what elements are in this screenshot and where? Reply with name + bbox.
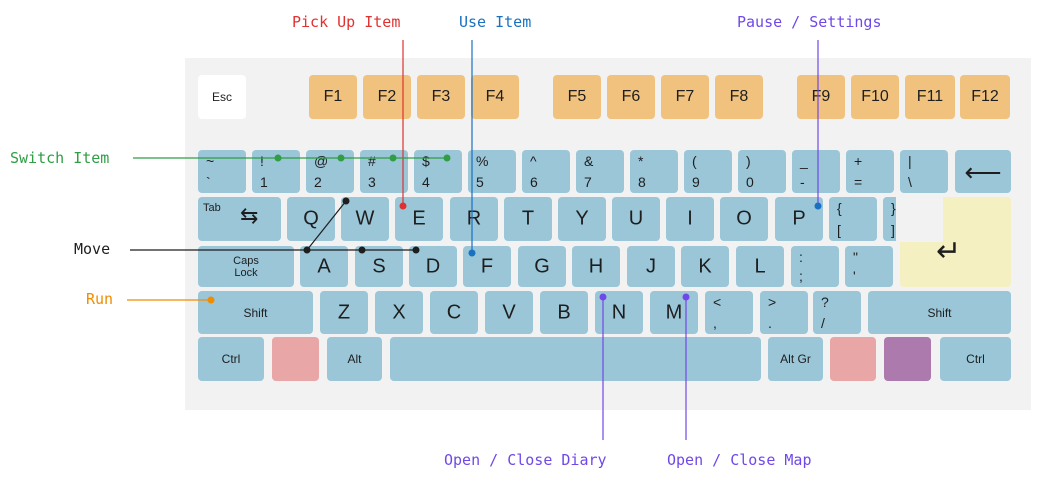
switch-dot-1 — [274, 154, 282, 162]
label-map: Open / Close Map — [667, 451, 812, 469]
pickup-dot — [399, 202, 407, 210]
move-dot-a — [303, 246, 311, 254]
diary-dot — [599, 293, 607, 301]
move-dot-d — [412, 246, 420, 254]
move-diagonal — [306, 200, 347, 251]
move-dot-s — [358, 246, 366, 254]
label-pause: Pause / Settings — [737, 13, 882, 31]
switch-dot-3 — [389, 154, 397, 162]
label-use: Use Item — [459, 13, 532, 31]
label-switch: Switch Item — [10, 149, 110, 167]
move-dot-w — [342, 197, 350, 205]
pause-dot — [814, 202, 822, 210]
map-dot — [682, 293, 690, 301]
label-diary: Open / Close Diary — [444, 451, 607, 469]
switch-dot-2 — [337, 154, 345, 162]
annotation-lines — [127, 40, 822, 440]
use-dot — [468, 249, 476, 257]
label-run: Run — [86, 290, 114, 308]
switch-dot-4 — [443, 154, 451, 162]
label-pickup: Pick Up Item — [292, 13, 401, 31]
label-move: Move — [74, 240, 111, 258]
run-dot — [207, 296, 215, 304]
